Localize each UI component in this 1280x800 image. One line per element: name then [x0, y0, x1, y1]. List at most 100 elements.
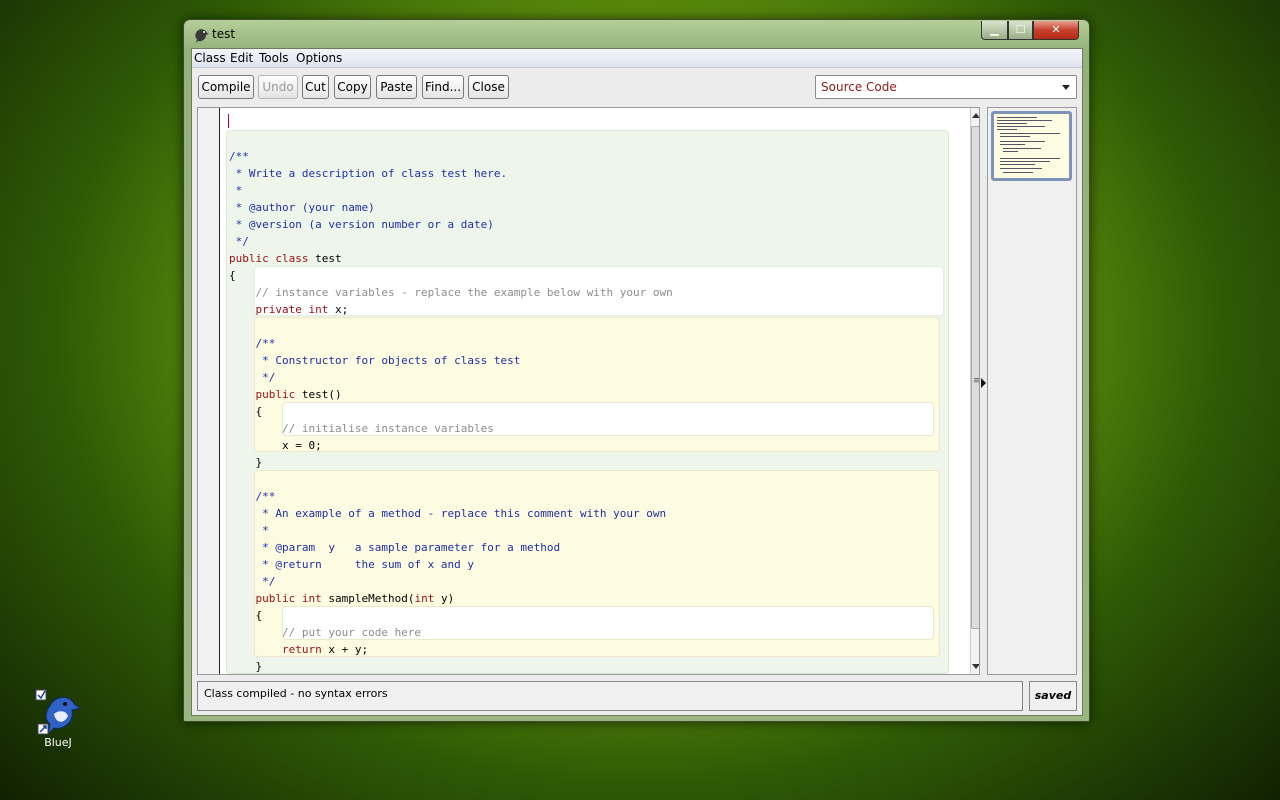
code-token: * Constructor for objects of class test: [229, 354, 521, 367]
menu-class[interactable]: Class: [194, 51, 226, 65]
code-token: * @return the sum of x and y: [229, 558, 475, 571]
menu-tools[interactable]: Tools: [259, 51, 289, 65]
chevron-down-icon: [1062, 85, 1070, 90]
code-line[interactable]: */: [229, 369, 673, 386]
navigation-view[interactable]: [987, 107, 1077, 675]
code-token: {: [229, 609, 263, 622]
code-line[interactable]: /**: [229, 148, 673, 165]
code-line[interactable]: {: [229, 267, 673, 284]
code-line[interactable]: /**: [229, 488, 673, 505]
code-token: */: [229, 235, 249, 248]
menu-bar: Class Edit Tools Options: [192, 49, 1082, 68]
code-line[interactable]: * @author (your name): [229, 199, 673, 216]
code-line[interactable]: return x + y;: [229, 641, 673, 658]
code-line[interactable]: [229, 318, 673, 335]
maximize-button[interactable]: ☐: [1008, 21, 1033, 40]
code-line[interactable]: [229, 131, 673, 148]
code-line[interactable]: * Write a description of class test here…: [229, 165, 673, 182]
title-bar[interactable]: test ▁ ☐ ✕: [184, 20, 1089, 48]
code-token: class: [275, 252, 316, 265]
code-token: int: [301, 592, 329, 605]
code-token: }: [229, 456, 263, 469]
desktop-shortcut-bluej[interactable]: BlueJ: [34, 688, 82, 749]
text-caret: [228, 114, 229, 128]
menu-options[interactable]: Options: [296, 51, 342, 65]
code-token: int: [414, 592, 441, 605]
close-window-button[interactable]: ✕: [1033, 21, 1079, 40]
code-line[interactable]: /**: [229, 335, 673, 352]
grip-icon: ≡: [973, 376, 980, 386]
code-token: public: [229, 252, 276, 265]
code-line[interactable]: // instance variables - replace the exam…: [229, 284, 672, 301]
window-title: test: [212, 27, 236, 41]
bluej-icon: [34, 688, 82, 736]
code-token: }: [229, 660, 263, 673]
code-line[interactable]: }: [229, 658, 673, 674]
code-token: return: [229, 643, 329, 656]
status-message: Class compiled - no syntax errors: [204, 687, 388, 700]
minimize-button[interactable]: ▁: [981, 21, 1008, 40]
find-button[interactable]: Find...: [422, 75, 464, 99]
code-line[interactable]: *: [229, 522, 673, 539]
scroll-down-icon[interactable]: [972, 664, 979, 669]
collapse-navview-icon[interactable]: [981, 378, 986, 388]
close-button[interactable]: Close: [468, 75, 509, 99]
code-token: // initialise instance variables: [229, 422, 494, 435]
maximize-icon: ☐: [1015, 23, 1026, 36]
code-line[interactable]: [229, 471, 673, 488]
scroll-up-icon[interactable]: [972, 113, 979, 118]
code-line[interactable]: * @return the sum of x and y: [229, 556, 673, 573]
code-token: *: [229, 524, 269, 537]
copy-button[interactable]: Copy: [334, 75, 371, 99]
code-token: // put your code here: [229, 626, 422, 639]
code-editor[interactable]: /** * Write a description of class test …: [197, 107, 980, 675]
code-line[interactable]: *: [229, 182, 673, 199]
code-line[interactable]: public class test: [229, 250, 673, 267]
code-line[interactable]: */: [229, 233, 673, 250]
saved-indicator: saved: [1029, 681, 1077, 711]
code-token: /**: [229, 337, 276, 350]
bluej-app-icon: [193, 27, 209, 43]
code-token: * @version (a version number or a date): [229, 218, 494, 231]
code-line[interactable]: * @param y a sample parameter for a meth…: [229, 539, 673, 556]
paste-button[interactable]: Paste: [376, 75, 417, 99]
code-line[interactable]: x = 0;: [229, 437, 673, 454]
code-token: /**: [229, 490, 276, 503]
code-token: test: [315, 252, 342, 265]
code-token: y): [440, 592, 455, 605]
code-line[interactable]: // put your code here: [229, 624, 673, 641]
code-token: int: [308, 303, 335, 316]
editor-gutter: [198, 108, 220, 674]
code-token: *: [229, 184, 243, 197]
close-icon: ✕: [1051, 23, 1061, 36]
compile-button[interactable]: Compile: [198, 75, 254, 99]
scrollbar-thumb[interactable]: ≡: [971, 126, 980, 629]
source-code[interactable]: /** * Write a description of class test …: [229, 131, 673, 674]
navigation-view-viewport[interactable]: [991, 111, 1072, 181]
code-line[interactable]: public int sampleMethod(int y): [229, 590, 673, 607]
code-line[interactable]: * Constructor for objects of class test: [229, 352, 673, 369]
code-line[interactable]: * An example of a method - replace this …: [229, 505, 673, 522]
code-line[interactable]: }: [229, 454, 673, 471]
view-select[interactable]: Source Code: [815, 75, 1077, 99]
code-token: * Write a description of class test here…: [229, 167, 508, 180]
code-token: * @author (your name): [229, 201, 375, 214]
code-token: public: [229, 388, 302, 401]
code-line[interactable]: */: [229, 573, 673, 590]
undo-button[interactable]: Undo: [258, 75, 298, 99]
code-token: {: [229, 269, 236, 282]
code-line[interactable]: private int x;: [229, 301, 673, 318]
code-line[interactable]: * @version (a version number or a date): [229, 216, 673, 233]
menu-edit[interactable]: Edit: [230, 51, 253, 65]
code-line[interactable]: {: [229, 607, 673, 624]
code-token: /**: [229, 150, 249, 163]
minimize-icon: ▁: [990, 23, 999, 36]
view-select-value: Source Code: [821, 80, 897, 94]
code-token: x + y;: [328, 643, 369, 656]
code-line[interactable]: public test(): [229, 386, 673, 403]
code-line[interactable]: {: [229, 403, 673, 420]
code-line[interactable]: // initialise instance variables: [229, 420, 673, 437]
cut-button[interactable]: Cut: [302, 75, 329, 99]
code-token: */: [229, 371, 276, 384]
vertical-scrollbar[interactable]: ≡: [970, 108, 980, 674]
